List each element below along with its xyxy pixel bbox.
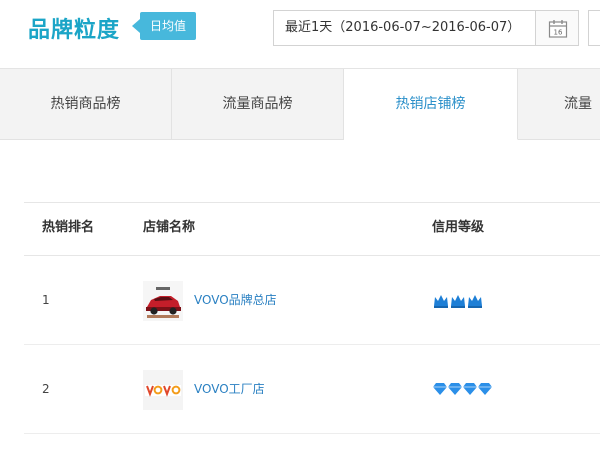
- diamond-icon: [448, 383, 462, 395]
- header-shop: 店铺名称: [143, 220, 196, 235]
- rank-tabs: 热销商品榜 流量商品榜 热销店铺榜 流量: [0, 68, 600, 140]
- rank-value: 1: [42, 293, 50, 307]
- tab-hot-shops[interactable]: 热销店铺榜: [344, 69, 518, 140]
- diamond-icon: [478, 383, 492, 395]
- credit-diamonds: [433, 382, 493, 398]
- shop-name-link[interactable]: VOVO工厂店: [194, 345, 265, 433]
- date-range-field[interactable]: 最近1天（2016-06-07~2016-06-07）: [273, 10, 535, 46]
- calendar-button[interactable]: 16: [535, 10, 579, 46]
- page-header: 品牌粒度 日均值 最近1天（2016-06-07~2016-06-07） 16: [0, 0, 600, 68]
- diamond-icon: [433, 383, 447, 395]
- crown-icon: [468, 295, 482, 308]
- page-title: 品牌粒度: [28, 18, 121, 43]
- tab-hot-products[interactable]: 热销商品榜: [0, 69, 172, 140]
- credit-crowns: [433, 293, 484, 309]
- shop-rank-table: 热销排名 店铺名称 信用等级 1 VOVO品牌总店 2 VOVO工厂店: [24, 202, 600, 434]
- extra-control[interactable]: [588, 10, 600, 46]
- average-badge: 日均值: [131, 12, 197, 40]
- shop-name-link[interactable]: VOVO品牌总店: [194, 256, 277, 344]
- rank-value: 2: [42, 382, 50, 396]
- header-credit: 信用等级: [432, 220, 485, 235]
- calendar-day: 16: [554, 29, 563, 37]
- crown-icon: [434, 295, 448, 308]
- diamond-icon: [463, 383, 477, 395]
- calendar-icon: 16: [548, 20, 568, 38]
- crown-icon: [451, 295, 465, 308]
- table-row: 1 VOVO品牌总店: [24, 256, 600, 345]
- table-header: 热销排名 店铺名称 信用等级: [24, 202, 600, 256]
- table-row: 2 VOVO工厂店: [24, 345, 600, 434]
- shop-logo-vovo-text[interactable]: [143, 370, 183, 410]
- header-rank: 热销排名: [42, 220, 95, 235]
- shop-logo-vovo-car[interactable]: [143, 281, 183, 321]
- tab-traffic-products[interactable]: 流量商品榜: [172, 69, 344, 140]
- tab-traffic-shops[interactable]: 流量: [518, 69, 600, 140]
